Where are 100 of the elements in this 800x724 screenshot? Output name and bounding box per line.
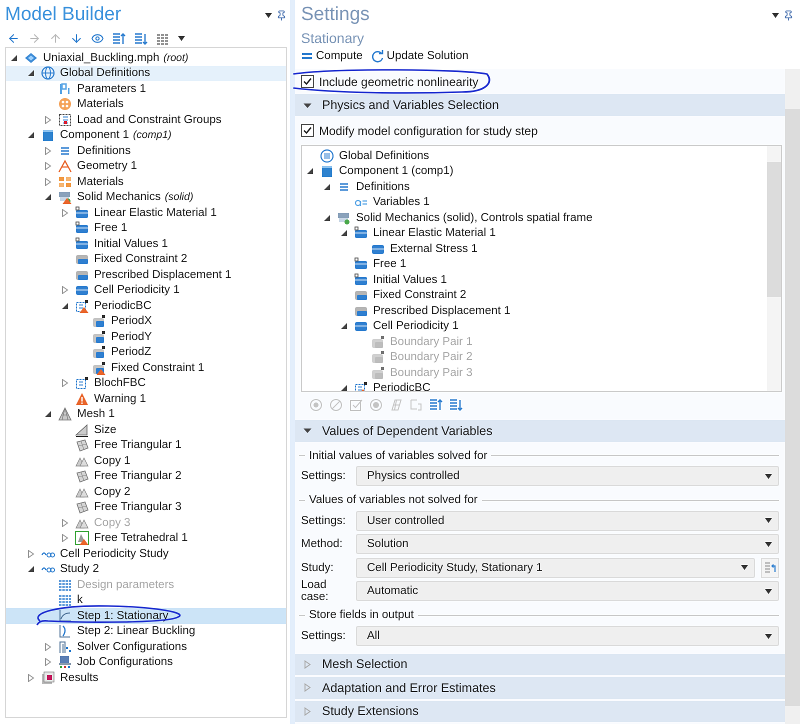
tree-item[interactable]: Linear Elastic Material 1 <box>6 205 286 220</box>
tree-item[interactable]: BlochFBC <box>6 376 286 391</box>
modify-configuration-option[interactable]: Modify model configuration for study step <box>295 118 785 144</box>
tree-item[interactable]: k <box>6 592 286 608</box>
tree-item[interactable]: Geometry 1 <box>6 158 286 174</box>
tree-item[interactable]: Step 1: Stationary <box>6 608 286 624</box>
toolbar-button[interactable]: Update Solution <box>370 50 469 62</box>
expand-all-icon[interactable] <box>134 32 148 46</box>
tree-item[interactable]: Free Triangular 1 <box>6 438 286 453</box>
pin-icon[interactable] <box>276 10 287 20</box>
tree-item[interactable]: Size <box>6 422 286 438</box>
expand-toggle[interactable] <box>323 182 331 191</box>
expand-toggle[interactable] <box>340 384 348 392</box>
section-header[interactable]: Study Extensions <box>295 700 785 722</box>
checkbox[interactable] <box>301 75 314 88</box>
tree-item[interactable]: Cell Periodicity 1 <box>302 318 766 334</box>
tree-item[interactable]: Parameters 1 <box>6 81 286 96</box>
expand-toggle[interactable] <box>61 379 69 388</box>
tree-item[interactable]: Definitions <box>6 143 286 158</box>
tree-item[interactable]: PeriodicBC <box>6 298 286 314</box>
tree-item[interactable]: Component 1 (comp1) <box>302 164 766 180</box>
expand-toggle[interactable] <box>27 565 35 574</box>
tree-item[interactable]: Global Definitions <box>6 66 286 81</box>
tree-item[interactable]: Job Configurations <box>6 654 286 670</box>
dropdown[interactable]: All <box>356 626 779 646</box>
section-toggle[interactable] <box>303 706 312 716</box>
section-toggle[interactable] <box>303 660 312 669</box>
expand-toggle[interactable] <box>340 322 348 330</box>
expand-toggle[interactable] <box>306 167 314 176</box>
expand-toggle[interactable] <box>44 658 52 666</box>
tree-item[interactable]: Initial Values 1 <box>6 236 286 252</box>
expand-toggle[interactable] <box>44 146 52 155</box>
expand-toggle[interactable] <box>44 162 52 170</box>
expand-all-icon[interactable] <box>449 398 463 412</box>
tree-item[interactable]: Materials <box>6 96 286 112</box>
expand-toggle[interactable] <box>27 131 35 140</box>
tree-item[interactable]: PeriodicBC <box>302 380 766 392</box>
collapse-all-icon[interactable] <box>112 32 126 46</box>
expand-toggle[interactable] <box>10 54 18 62</box>
expand-toggle[interactable] <box>27 550 35 558</box>
tree-item[interactable]: Linear Elastic Material 1 <box>302 226 766 242</box>
tree-item[interactable]: Warning 1 <box>6 391 286 406</box>
tree-item[interactable]: PeriodX <box>6 314 286 329</box>
tree-item[interactable]: Fixed Constraint 2 <box>302 288 766 304</box>
tree-item[interactable]: Solid Mechanics (solid), Controls spatial frame <box>302 210 766 226</box>
section-toggle[interactable] <box>303 426 312 436</box>
checkbox[interactable] <box>301 124 314 138</box>
tree-item[interactable]: Uniaxial_Buckling.mph (root) <box>6 50 286 66</box>
tree-item[interactable]: Study 2 <box>6 562 286 577</box>
expand-toggle[interactable] <box>44 178 52 186</box>
tree-item[interactable]: Free 1 <box>302 256 766 272</box>
tree-item[interactable]: Copy 2 <box>6 484 286 500</box>
tree-item[interactable]: Initial Values 1 <box>302 272 766 288</box>
expand-toggle[interactable] <box>27 674 35 682</box>
tree-item[interactable]: Load and Constraint Groups <box>6 112 286 128</box>
tree-item[interactable]: Fixed Constraint 2 <box>6 252 286 267</box>
expand-toggle[interactable] <box>44 410 52 418</box>
expand-toggle[interactable] <box>61 302 69 310</box>
tree-item[interactable]: Solver Configurations <box>6 639 286 654</box>
dropdown[interactable]: Solution <box>356 534 779 554</box>
tree-item[interactable]: Solid Mechanics (solid) <box>6 190 286 205</box>
expand-toggle[interactable] <box>27 69 35 78</box>
toolbar-button[interactable]: Compute <box>301 50 363 62</box>
tree-item[interactable]: Materials <box>6 174 286 190</box>
tree-item[interactable]: Fixed Constraint 1 <box>6 360 286 376</box>
tree-item[interactable]: PeriodZ <box>6 344 286 360</box>
tree-item[interactable]: Mesh 1 <box>6 406 286 422</box>
dropdown[interactable]: Cell Periodicity Study, Stationary 1 <box>356 558 755 578</box>
section-header[interactable]: Values of Dependent Variables <box>295 420 785 442</box>
expand-toggle[interactable] <box>340 229 348 238</box>
scrollbar[interactable] <box>785 69 800 724</box>
eye-icon[interactable] <box>91 32 104 45</box>
geometric-nonlinearity-option[interactable]: Include geometric nonlinearity <box>295 69 785 94</box>
section-header[interactable]: Mesh Selection <box>295 654 785 676</box>
tree-item[interactable]: Results <box>6 670 286 686</box>
tree-item[interactable]: External Stress 1 <box>302 241 766 257</box>
tree-item[interactable]: Free Tetrahedral 1 <box>6 530 286 546</box>
dropdown[interactable]: User controlled <box>356 510 779 531</box>
pin-icon[interactable] <box>783 10 794 20</box>
section-header[interactable]: Adaptation and Error Estimates <box>295 677 785 699</box>
dropdown[interactable]: Physics controlled <box>356 466 779 486</box>
tree-item[interactable]: PeriodY <box>6 329 286 344</box>
tree-item[interactable]: Free 1 <box>6 220 286 236</box>
section-header[interactable]: Physics and Variables Selection <box>295 94 785 116</box>
tree-item[interactable]: Free Triangular 2 <box>6 468 286 484</box>
expand-toggle[interactable] <box>323 214 331 222</box>
section-toggle[interactable] <box>303 683 312 692</box>
tree-item[interactable]: Prescribed Displacement 1 <box>6 267 286 282</box>
dropdown[interactable]: Automatic <box>356 581 779 602</box>
tree-item[interactable]: Step 2: Linear Buckling <box>6 624 286 639</box>
tree-item[interactable]: Cell Periodicity Study <box>6 546 286 562</box>
expand-toggle[interactable] <box>61 534 69 542</box>
back-icon[interactable] <box>7 32 20 45</box>
tree-item[interactable]: Definitions <box>302 179 766 195</box>
expand-toggle[interactable] <box>44 642 52 651</box>
section-toggle[interactable] <box>303 100 312 110</box>
grid-icon[interactable] <box>156 32 170 46</box>
collapse-all-icon[interactable] <box>429 398 443 412</box>
go-to-source-button[interactable] <box>761 558 779 578</box>
scrollbar[interactable] <box>767 146 781 392</box>
